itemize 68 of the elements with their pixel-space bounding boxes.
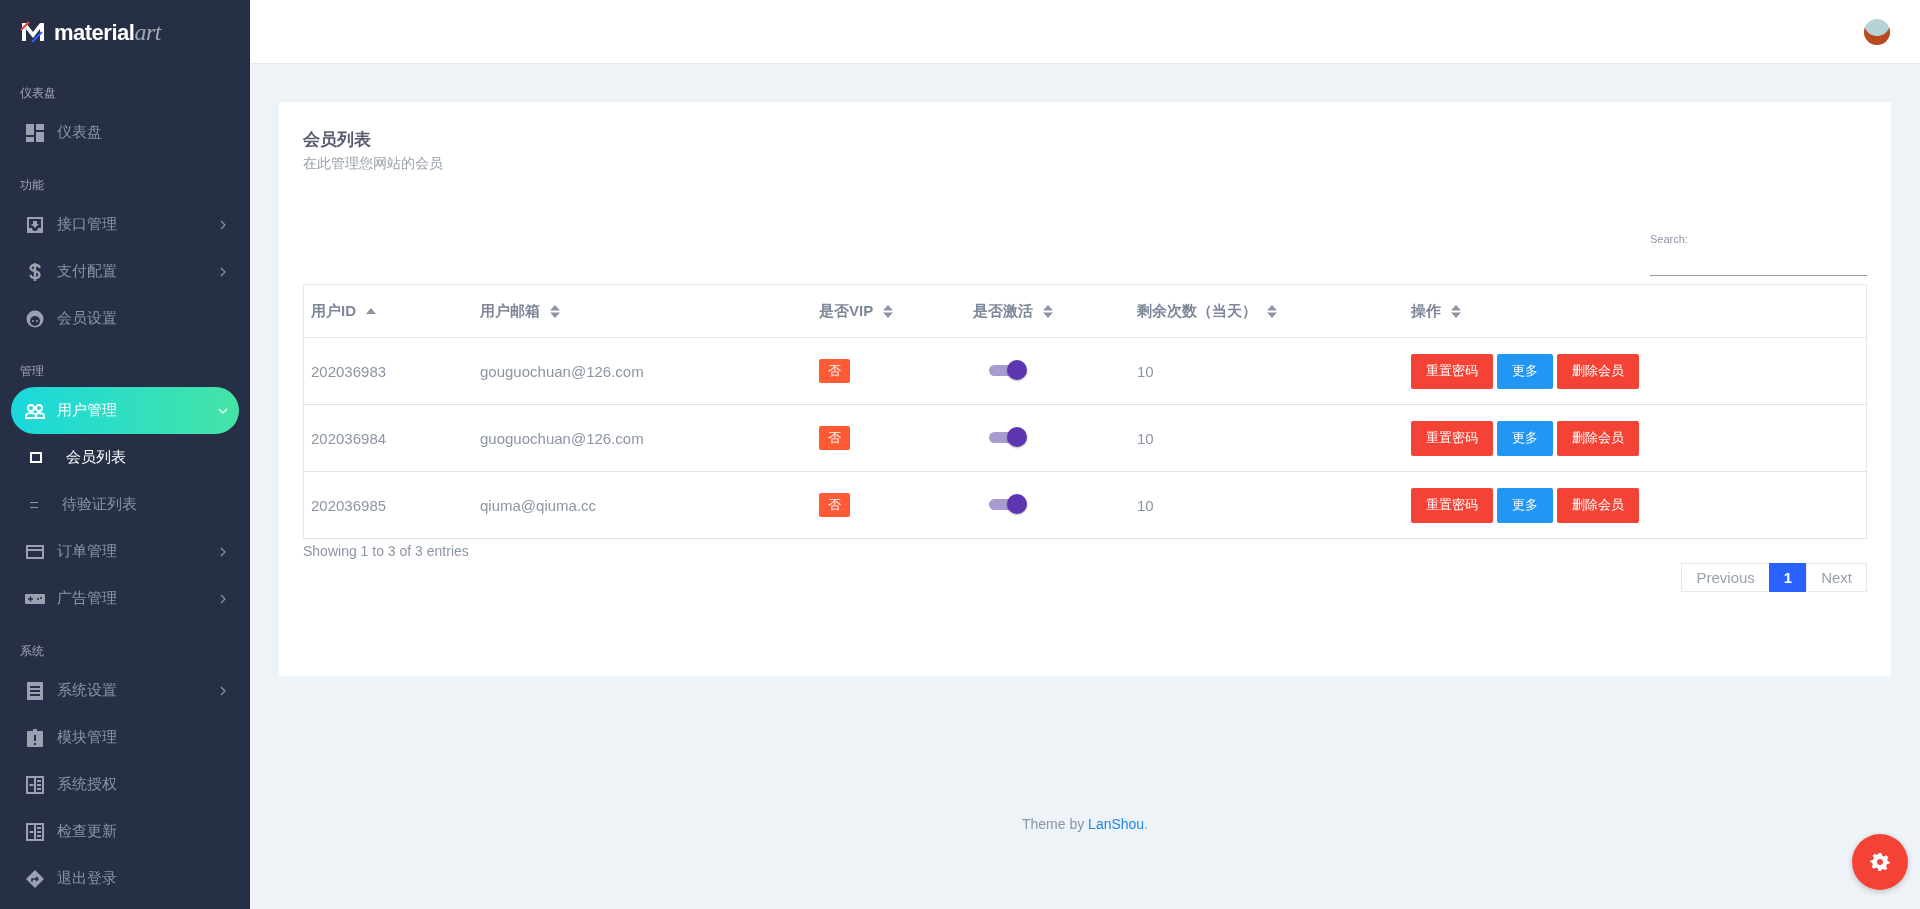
inbox-icon — [25, 214, 45, 235]
sidebar-item[interactable]: 接口管理 — [0, 201, 250, 248]
sidebar-item[interactable]: 模块管理 — [0, 714, 250, 761]
sidebar-item[interactable]: 仪表盘 — [0, 109, 250, 156]
user-id: 202036983 — [311, 362, 387, 380]
action-button[interactable]: 重置密码 — [1411, 487, 1493, 523]
user-email: guoguochuan@126.com — [480, 429, 644, 447]
footer-link[interactable]: LanShou — [1088, 816, 1145, 832]
grid-icon — [25, 821, 45, 842]
action-button[interactable]: 重置密码 — [1411, 420, 1493, 456]
action-button[interactable]: 重置密码 — [1411, 353, 1493, 389]
search-field[interactable]: Search: — [1650, 233, 1867, 276]
column-header[interactable]: 是否VIP — [812, 284, 966, 338]
sidebar-item[interactable]: 系统授权 — [0, 761, 250, 808]
section-title: 系统 — [19, 643, 45, 660]
sidebar-item[interactable]: 订单管理 — [0, 528, 250, 575]
remaining-count: 10 — [1137, 362, 1154, 380]
dash-bullet-icon — [30, 501, 38, 508]
card-subtitle: 在此管理您网站的会员 — [303, 155, 444, 173]
sidebar-item[interactable]: 广告管理 — [0, 575, 250, 622]
column-header[interactable]: 用户邮箱 — [473, 284, 812, 338]
settings-icon — [1870, 852, 1890, 872]
logo-icon — [20, 21, 46, 43]
footer-text: Theme by LanShou. — [1021, 816, 1149, 834]
sidebar-item[interactable]: 退出登录 — [0, 855, 250, 902]
active-toggle[interactable] — [987, 425, 1027, 448]
active-toggle[interactable] — [987, 358, 1027, 381]
dash-icon — [25, 122, 45, 143]
remaining-count: 10 — [1137, 429, 1154, 447]
settings-button[interactable] — [1852, 834, 1908, 890]
action-button[interactable]: 删除会员 — [1557, 353, 1639, 389]
face-icon — [25, 308, 45, 329]
grid-icon — [25, 774, 45, 795]
vip-badge: 否 — [819, 493, 850, 517]
sidebar-item[interactable]: 系统设置 — [0, 667, 250, 714]
user-id: 202036984 — [311, 429, 387, 447]
action-button[interactable]: 更多 — [1497, 420, 1553, 456]
action-button[interactable]: 更多 — [1497, 353, 1553, 389]
active-toggle[interactable] — [987, 492, 1027, 515]
sidebar-item[interactable]: 会员设置 — [0, 295, 250, 342]
column-header[interactable]: 用户ID — [303, 284, 473, 338]
entries-info: Showing 1 to 3 of 3 entries — [303, 543, 470, 559]
exit-icon — [25, 868, 45, 889]
user-email: qiuma@qiuma.cc — [480, 496, 597, 514]
action-button[interactable]: 删除会员 — [1557, 420, 1639, 456]
square-bullet-icon — [30, 452, 42, 463]
sidebar-item[interactable]: 检查更新 — [0, 808, 250, 855]
submenu-item[interactable]: 会员列表 — [0, 434, 250, 481]
vip-badge: 否 — [819, 426, 850, 450]
logo-text: materialart — [54, 18, 161, 46]
avatar-icon[interactable] — [1864, 18, 1890, 45]
sidebar-item[interactable]: 支付配置 — [0, 248, 250, 295]
section-title: 功能 — [19, 177, 45, 194]
column-header[interactable]: 操作 — [1404, 284, 1867, 338]
section-title: 仪表盘 — [19, 85, 57, 102]
action-button[interactable]: 删除会员 — [1557, 487, 1639, 523]
column-header[interactable]: 剩余次数（当天） — [1130, 284, 1404, 338]
vip-badge: 否 — [819, 359, 850, 383]
user-email: gouguochuan@126.com — [480, 362, 644, 380]
action-button[interactable]: 更多 — [1497, 487, 1553, 523]
card-title: 会员列表 — [303, 129, 372, 151]
clip-icon — [25, 727, 45, 748]
remaining-count: 10 — [1137, 496, 1154, 514]
section-title: 管理 — [19, 363, 45, 380]
user-id: 202036985 — [311, 496, 387, 514]
column-header[interactable]: 是否激活 — [966, 284, 1130, 338]
submenu-item[interactable]: 待验证列表 — [0, 481, 250, 528]
list-icon — [25, 680, 45, 701]
